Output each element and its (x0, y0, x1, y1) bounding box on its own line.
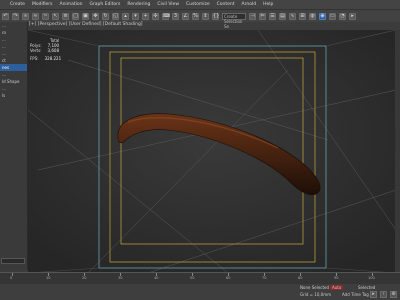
render-production-icon[interactable]: ◔ (339, 12, 346, 20)
toggle-ribbon-icon[interactable]: ▤ (279, 12, 286, 20)
select-manipulate-icon[interactable]: ✣ (152, 12, 159, 20)
scale-icon[interactable]: ◱ (112, 12, 119, 20)
rect-selection-icon[interactable]: □ (72, 12, 79, 20)
curve-editor-icon[interactable]: ∿ (289, 12, 296, 20)
play-icon[interactable]: ▸ (370, 291, 377, 298)
schematic-view-icon[interactable]: ⊞ (299, 12, 306, 20)
add-time-tag-button[interactable]: Add Time Tag (342, 292, 369, 297)
timeline-tick-label: 0 (10, 276, 13, 280)
placement-icon[interactable]: ▴ (122, 12, 129, 20)
list-item[interactable]: ld Shape (0, 78, 27, 85)
timeline-tick-label: 70 (262, 276, 267, 280)
timeline-tick-label: 20 (82, 276, 87, 280)
auto-key-button[interactable]: Auto (330, 285, 344, 290)
move-icon[interactable]: ✥ (92, 12, 99, 20)
select-icon[interactable]: ↖ (52, 12, 59, 20)
selection-status-text: None Selected (300, 285, 330, 290)
menu-help[interactable]: Help (263, 2, 273, 7)
pivot-icon[interactable]: + (142, 12, 149, 20)
rotate-icon[interactable]: ↻ (102, 12, 109, 20)
list-item[interactable]: ct (0, 57, 27, 64)
list-item[interactable]: ... (0, 85, 27, 92)
unlink-icon[interactable]: ≈ (32, 12, 39, 20)
zoom-extents-icon[interactable]: ⊕ (390, 291, 397, 298)
grid-status-text: Grid = 10,0mm (300, 292, 331, 297)
perspective-viewport[interactable] (28, 30, 396, 273)
mirror-icon[interactable]: ⊣ (249, 12, 256, 20)
viewport-canvas (28, 30, 396, 273)
bind-space-warp-icon[interactable]: ~ (42, 12, 49, 20)
menu-customize[interactable]: Customize (186, 2, 210, 7)
timeline-tick-label: 40 (154, 276, 159, 280)
link-icon[interactable]: ∞ (22, 12, 29, 20)
keyboard-shortcut-icon[interactable]: ⌨ (162, 12, 170, 20)
undo-icon[interactable]: ↶ (2, 12, 9, 20)
viewport-statistics: Total Polys: 7,100 Verts: 3,608 FPS: 328.22… (30, 38, 61, 61)
list-item[interactable]: ... (0, 50, 27, 57)
timeline-tick-label: 80 (298, 276, 303, 280)
angle-snap-icon[interactable]: ∠ (182, 12, 189, 20)
spinner-snap-icon[interactable]: ⇕ (202, 12, 209, 20)
timeline-tick-label: 10 (46, 276, 51, 280)
menu-graph-editors[interactable]: Graph Editors (89, 2, 120, 7)
list-item[interactable]: ls (0, 92, 27, 99)
viewport-label[interactable]: [+] [Perspective] [User Defined] [Defaul… (29, 22, 143, 27)
next-frame-icon[interactable]: › (380, 291, 387, 298)
align-icon[interactable]: ⊨ (259, 12, 266, 20)
explorer-filter-input[interactable] (1, 258, 25, 264)
timeline-tick-label: 50 (190, 276, 195, 280)
timeline-tick-label: 30 (118, 276, 123, 280)
menu-rendering[interactable]: Rendering (127, 2, 150, 7)
menu-bar: Create Modifiers Animation Graph Editors… (0, 0, 400, 10)
main-toolbar: ↶ ↷ ∞ ≈ ~ ↖ ≡ □ ▣ ✥ ↻ ◱ ▴ ▾ + ✣ ⌨ 3 ∠ % … (0, 10, 400, 29)
timeline-tick-label: 100 (368, 276, 375, 280)
fps-value: 328.221 (44, 56, 62, 61)
named-selection-set-combo[interactable]: Create Selection Se (222, 12, 246, 29)
viewport-background (28, 30, 396, 273)
window-crossing-icon[interactable]: ▣ (82, 12, 89, 20)
reference-coord-icon[interactable]: ▾ (132, 12, 139, 20)
menu-create[interactable]: Create (10, 2, 25, 7)
list-item[interactable]: ... (0, 71, 27, 78)
menu-animation[interactable]: Animation (60, 2, 83, 7)
redo-icon[interactable]: ↷ (12, 12, 19, 20)
list-item[interactable]: ... (0, 22, 27, 29)
menu-civil-view[interactable]: Civil View (157, 2, 179, 7)
render-setup-icon[interactable]: ◉ (319, 12, 326, 20)
edit-named-selection-icon[interactable]: {} (212, 12, 219, 20)
layer-explorer-icon[interactable]: ☰ (269, 12, 276, 20)
fps-label: FPS: (30, 56, 39, 61)
rendered-frame-window-icon[interactable]: ▭ (329, 12, 336, 20)
percent-snap-icon[interactable]: % (192, 12, 199, 20)
timeline-tick-label: 60 (226, 276, 231, 280)
list-item[interactable]: ... (0, 36, 27, 43)
key-filter-selected[interactable]: Selected (358, 285, 375, 290)
list-item[interactable]: ... (0, 43, 27, 50)
select-by-name-icon[interactable]: ≡ (62, 12, 69, 20)
snaps-toggle-icon[interactable]: 3 (172, 12, 179, 20)
list-item[interactable]: nes (0, 64, 27, 71)
render-iterative-icon[interactable]: ▸ (349, 12, 356, 20)
right-panel-strip (395, 30, 400, 273)
scene-explorer-panel: ... ro ... ... ... ct nes ... ld Shape .… (0, 22, 28, 270)
verts-value: 3,608 (47, 48, 59, 53)
status-bar: None Selected Grid = 10,0mm Add Time Tag… (0, 284, 400, 300)
list-item[interactable]: ro (0, 29, 27, 36)
menu-content[interactable]: Content (217, 2, 235, 7)
material-editor-icon[interactable]: ◍ (309, 12, 316, 20)
verts-label: Verts: (30, 48, 42, 53)
timeline-tick-label: 90 (334, 276, 339, 280)
menu-modifiers[interactable]: Modifiers (32, 2, 53, 7)
menu-arnold[interactable]: Arnold (242, 2, 257, 7)
